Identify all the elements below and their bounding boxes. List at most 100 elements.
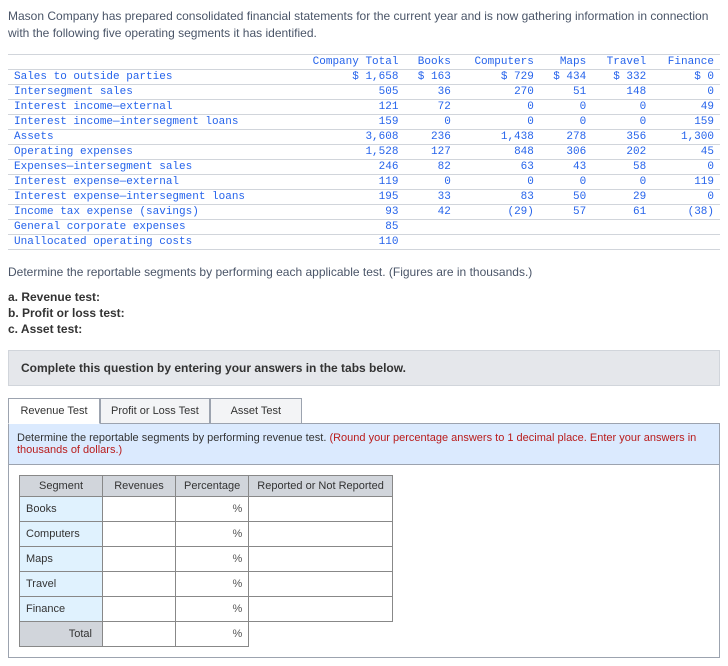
data-cell: 159 bbox=[291, 114, 405, 129]
data-cell bbox=[540, 234, 592, 249]
total-label: Total bbox=[20, 622, 103, 647]
percentage-input[interactable] bbox=[176, 597, 249, 622]
data-cell: (38) bbox=[652, 204, 720, 219]
data-cell: 127 bbox=[404, 144, 456, 159]
data-cell: 49 bbox=[652, 99, 720, 114]
data-cell: $ 332 bbox=[592, 69, 652, 84]
data-cell: 278 bbox=[540, 129, 592, 144]
data-cell: 356 bbox=[592, 129, 652, 144]
data-cell: 3,608 bbox=[291, 129, 405, 144]
row-label: Operating expenses bbox=[8, 144, 291, 159]
data-cell: 195 bbox=[291, 189, 405, 204]
col-maps: Maps bbox=[540, 54, 592, 69]
revenues-input[interactable] bbox=[103, 497, 176, 522]
data-cell bbox=[404, 219, 456, 234]
segment-name-cell: Computers bbox=[20, 522, 103, 547]
data-cell: 0 bbox=[404, 114, 456, 129]
data-cell: 0 bbox=[592, 99, 652, 114]
data-cell: 82 bbox=[404, 159, 456, 174]
data-cell: 1,528 bbox=[291, 144, 405, 159]
data-cell: 0 bbox=[592, 114, 652, 129]
percentage-input[interactable] bbox=[176, 522, 249, 547]
data-cell: 119 bbox=[291, 174, 405, 189]
data-cell: 306 bbox=[540, 144, 592, 159]
complete-instruction: Complete this question by entering your … bbox=[8, 350, 720, 386]
row-label: Interest expense—intersegment loans bbox=[8, 189, 291, 204]
th-reported: Reported or Not Reported bbox=[249, 476, 393, 497]
reported-input[interactable] bbox=[249, 547, 393, 572]
data-cell: 236 bbox=[404, 129, 456, 144]
data-cell: 0 bbox=[457, 174, 540, 189]
revenues-input[interactable] bbox=[103, 597, 176, 622]
data-cell bbox=[592, 234, 652, 249]
panel-instruction: Determine the reportable segments by per… bbox=[9, 424, 719, 465]
data-cell: 63 bbox=[457, 159, 540, 174]
data-cell: 72 bbox=[404, 99, 456, 114]
reported-input[interactable] bbox=[249, 597, 393, 622]
data-cell: 42 bbox=[404, 204, 456, 219]
segment-name-cell: Books bbox=[20, 497, 103, 522]
col-blank bbox=[8, 54, 291, 69]
col-finance: Finance bbox=[652, 54, 720, 69]
percentage-input[interactable] bbox=[176, 572, 249, 597]
th-revenues: Revenues bbox=[103, 476, 176, 497]
data-cell: 29 bbox=[592, 189, 652, 204]
revenue-test-panel: Determine the reportable segments by per… bbox=[8, 423, 720, 658]
row-label: Sales to outside parties bbox=[8, 69, 291, 84]
data-cell bbox=[592, 219, 652, 234]
row-label: Unallocated operating costs bbox=[8, 234, 291, 249]
col-computers: Computers bbox=[457, 54, 540, 69]
revenues-input[interactable] bbox=[103, 547, 176, 572]
tab-asset-test[interactable]: Asset Test bbox=[210, 398, 302, 424]
part-a-label: a. Revenue test: bbox=[8, 290, 100, 304]
data-cell: (29) bbox=[457, 204, 540, 219]
data-cell bbox=[457, 234, 540, 249]
col-books: Books bbox=[404, 54, 456, 69]
reported-input[interactable] bbox=[249, 522, 393, 547]
reported-input[interactable] bbox=[249, 572, 393, 597]
data-cell: 61 bbox=[592, 204, 652, 219]
data-cell: 43 bbox=[540, 159, 592, 174]
data-cell: 1,300 bbox=[652, 129, 720, 144]
data-cell: 148 bbox=[592, 84, 652, 99]
tab-profit-loss-test[interactable]: Profit or Loss Test bbox=[100, 398, 210, 424]
data-cell: $ 0 bbox=[652, 69, 720, 84]
data-cell: 110 bbox=[291, 234, 405, 249]
data-cell: 58 bbox=[592, 159, 652, 174]
part-b-label: b. Profit or loss test: bbox=[8, 306, 125, 320]
segment-name-cell: Finance bbox=[20, 597, 103, 622]
data-cell bbox=[540, 219, 592, 234]
tab-bar: Revenue Test Profit or Loss Test Asset T… bbox=[8, 398, 720, 424]
panel-instruction-plain: Determine the reportable segments by per… bbox=[17, 432, 329, 444]
data-cell: 270 bbox=[457, 84, 540, 99]
data-cell: 45 bbox=[652, 144, 720, 159]
total-percentage-input[interactable] bbox=[176, 622, 249, 647]
percentage-input[interactable] bbox=[176, 497, 249, 522]
data-cell: 93 bbox=[291, 204, 405, 219]
col-travel: Travel bbox=[592, 54, 652, 69]
data-cell: 0 bbox=[652, 159, 720, 174]
data-cell: $ 729 bbox=[457, 69, 540, 84]
data-cell: 57 bbox=[540, 204, 592, 219]
tab-revenue-test[interactable]: Revenue Test bbox=[8, 398, 100, 424]
data-cell bbox=[652, 234, 720, 249]
revenues-input[interactable] bbox=[103, 522, 176, 547]
data-cell: 51 bbox=[540, 84, 592, 99]
th-percentage: Percentage bbox=[176, 476, 249, 497]
parts-list: a. Revenue test: b. Profit or loss test:… bbox=[8, 290, 720, 336]
total-revenues-input[interactable] bbox=[103, 622, 176, 647]
row-label: Interest income—external bbox=[8, 99, 291, 114]
data-cell: 0 bbox=[540, 114, 592, 129]
revenues-input[interactable] bbox=[103, 572, 176, 597]
data-cell: 0 bbox=[592, 174, 652, 189]
data-cell: 0 bbox=[540, 174, 592, 189]
reported-input[interactable] bbox=[249, 497, 393, 522]
row-label: Expenses—intersegment sales bbox=[8, 159, 291, 174]
row-label: Intersegment sales bbox=[8, 84, 291, 99]
data-cell bbox=[652, 219, 720, 234]
data-cell: 159 bbox=[652, 114, 720, 129]
data-cell: 0 bbox=[457, 99, 540, 114]
data-cell: $ 1,658 bbox=[291, 69, 405, 84]
percentage-input[interactable] bbox=[176, 547, 249, 572]
data-cell: 505 bbox=[291, 84, 405, 99]
